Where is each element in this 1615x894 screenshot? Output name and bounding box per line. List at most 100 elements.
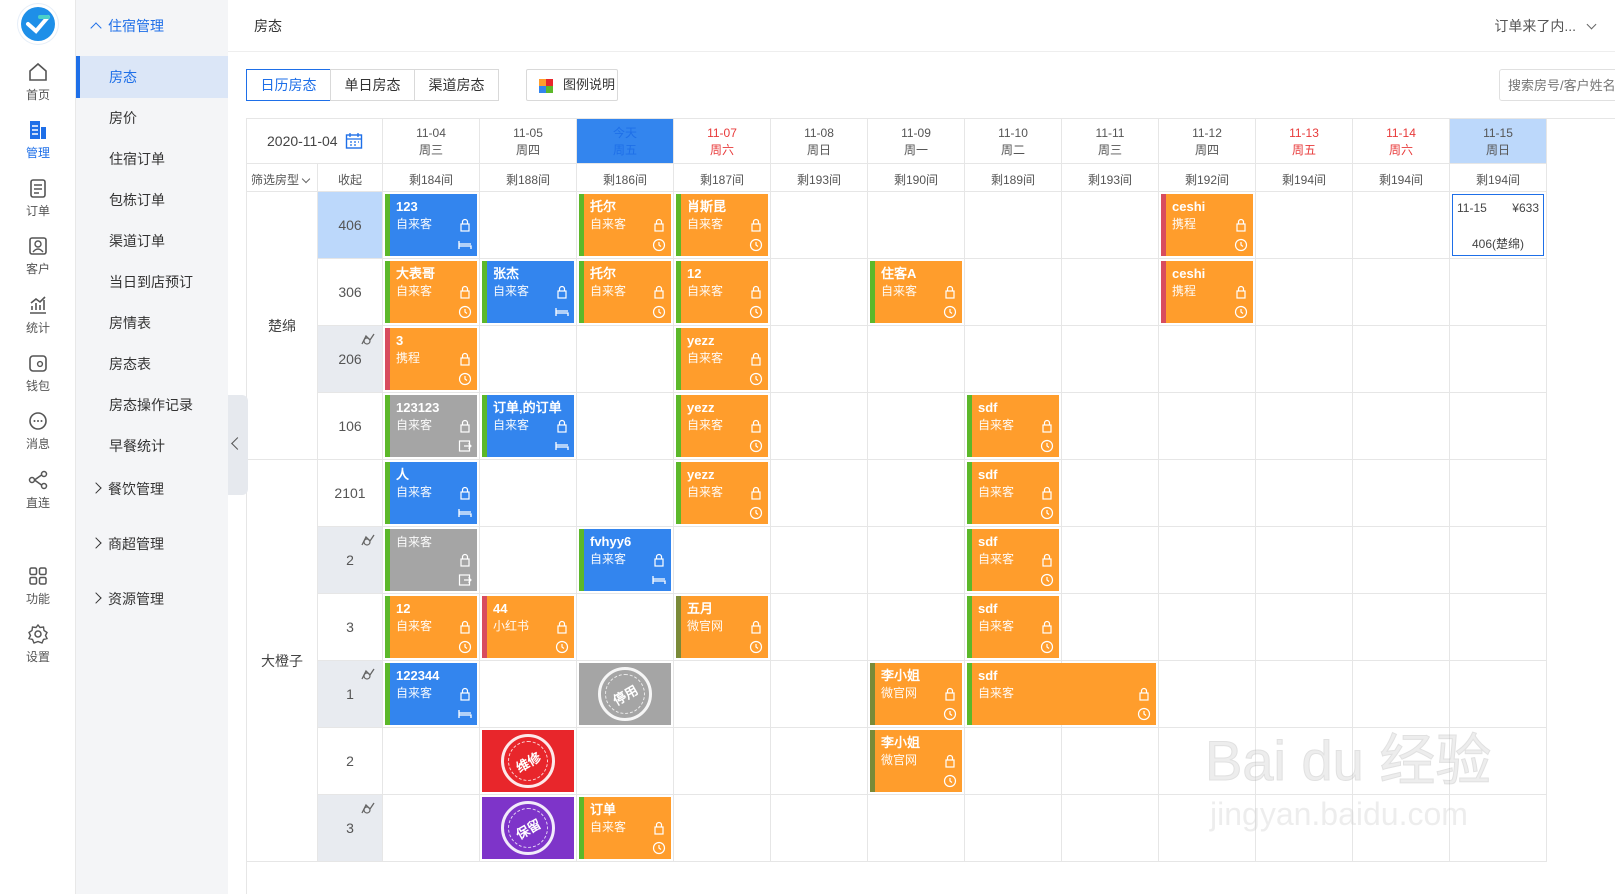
calendar-cell[interactable] xyxy=(868,594,965,661)
booking-block[interactable]: 123123 自来客 xyxy=(385,395,477,457)
calendar-cell[interactable] xyxy=(480,460,577,527)
calendar-cell[interactable] xyxy=(1256,259,1353,326)
booking-block[interactable]: 44 小红书 xyxy=(482,596,574,658)
tab-calendar-status[interactable]: 日历房态 xyxy=(246,69,331,101)
calendar-cell[interactable] xyxy=(868,393,965,460)
calendar-cell[interactable] xyxy=(1062,326,1159,393)
collapse-button[interactable]: 收起 xyxy=(318,164,383,192)
order-notice-dropdown[interactable]: 订单来了内... xyxy=(1494,16,1597,36)
room-number[interactable]: 2 xyxy=(318,527,383,594)
day-header[interactable]: 11-11 周三 xyxy=(1062,119,1159,164)
tab-channel-status[interactable]: 渠道房态 xyxy=(414,69,499,101)
rail-item-connect[interactable]: 直连 xyxy=(0,464,76,516)
calendar-cell[interactable] xyxy=(1062,795,1159,862)
calendar-cell[interactable] xyxy=(480,527,577,594)
booking-block[interactable]: 订单 自来客 xyxy=(579,797,671,859)
menu-item-9[interactable]: 早餐统计 xyxy=(76,425,228,467)
room-number[interactable]: 3 xyxy=(318,594,383,661)
calendar-cell[interactable] xyxy=(674,728,771,795)
calendar-cell[interactable] xyxy=(577,728,674,795)
room-number[interactable]: 1 xyxy=(318,661,383,728)
calendar-cell[interactable] xyxy=(1353,326,1450,393)
calendar-cell[interactable] xyxy=(1256,326,1353,393)
calendar-cell[interactable] xyxy=(1450,393,1547,460)
room-block-stamp[interactable]: 停用 xyxy=(579,663,671,725)
search-input[interactable] xyxy=(1499,69,1615,101)
booking-block[interactable]: ceshi 携程 xyxy=(1161,194,1253,256)
calendar-cell[interactable] xyxy=(577,326,674,393)
calendar-cell[interactable] xyxy=(1353,460,1450,527)
booking-block[interactable]: 12 自来客 xyxy=(385,596,477,658)
booking-block[interactable]: 住客A 自来客 xyxy=(870,261,962,323)
day-header[interactable]: 11-15 周日 xyxy=(1450,119,1547,164)
menu-item-2[interactable]: 住宿订单 xyxy=(76,138,228,180)
booking-block[interactable]: sdf 自来客 xyxy=(967,529,1059,591)
calendar-cell[interactable] xyxy=(1450,460,1547,527)
calendar-cell[interactable] xyxy=(383,728,480,795)
date-picker[interactable]: 2020-11-04 xyxy=(247,119,383,164)
booking-block[interactable]: 肖斯昆 自来客 xyxy=(676,194,768,256)
calendar-cell[interactable] xyxy=(674,527,771,594)
calendar-cell[interactable] xyxy=(1159,527,1256,594)
menu-item-5[interactable]: 当日到店预订 xyxy=(76,261,228,303)
collapse-menu-handle[interactable] xyxy=(228,395,248,495)
rail-item-stats[interactable]: 统计 xyxy=(0,289,76,341)
calendar-cell[interactable] xyxy=(480,661,577,728)
calendar-cell[interactable] xyxy=(1353,192,1450,259)
calendar-cell[interactable] xyxy=(1256,594,1353,661)
booking-block[interactable]: fvhyy6 自来客 xyxy=(579,529,671,591)
menu-item-0[interactable]: 房态 xyxy=(76,56,228,98)
calendar-cell[interactable] xyxy=(1062,460,1159,527)
menu-group-lodging[interactable]: 住宿管理 xyxy=(76,6,228,46)
calendar-cell[interactable] xyxy=(1353,594,1450,661)
booking-block[interactable]: 12 自来客 xyxy=(676,261,768,323)
room-number[interactable]: 106 xyxy=(318,393,383,460)
room-block-stamp[interactable]: 保留 xyxy=(482,797,574,859)
menu-item-8[interactable]: 房态操作记录 xyxy=(76,384,228,426)
booking-block[interactable]: sdf 自来客 xyxy=(967,462,1059,524)
menu-item-6[interactable]: 房情表 xyxy=(76,302,228,344)
menu-item-7[interactable]: 房态表 xyxy=(76,343,228,385)
calendar-cell[interactable] xyxy=(771,259,868,326)
calendar-cell[interactable] xyxy=(480,326,577,393)
calendar-cell[interactable] xyxy=(1450,259,1547,326)
booking-block[interactable]: sdf 自来客 xyxy=(967,596,1059,658)
menu-item-4[interactable]: 渠道订单 xyxy=(76,220,228,262)
booking-block[interactable]: 123 自来客 xyxy=(385,194,477,256)
day-header[interactable]: 11-05 周四 xyxy=(480,119,577,164)
day-header[interactable]: 11-07 周六 xyxy=(674,119,771,164)
calendar-cell[interactable] xyxy=(1062,192,1159,259)
menu-item-1[interactable]: 房价 xyxy=(76,97,228,139)
booking-block[interactable]: 订单,的订单 自来客 xyxy=(482,395,574,457)
menu-group-resource[interactable]: 资源管理 xyxy=(76,579,228,619)
calendar-cell[interactable] xyxy=(1450,594,1547,661)
calendar-cell[interactable] xyxy=(383,795,480,862)
room-number[interactable]: 2 xyxy=(318,728,383,795)
day-header[interactable]: 11-10 周二 xyxy=(965,119,1062,164)
booking-block[interactable]: 托尔 自来客 xyxy=(579,261,671,323)
calendar-cell[interactable] xyxy=(480,192,577,259)
calendar-cell[interactable] xyxy=(674,795,771,862)
calendar-cell[interactable] xyxy=(577,460,674,527)
booking-block[interactable]: ceshi 携程 xyxy=(1161,261,1253,323)
calendar-cell[interactable] xyxy=(965,326,1062,393)
calendar-cell[interactable] xyxy=(1062,594,1159,661)
booking-block[interactable]: yezz 自来客 xyxy=(676,395,768,457)
menu-group-shop[interactable]: 商超管理 xyxy=(76,524,228,564)
day-header[interactable]: 11-14 周六 xyxy=(1353,119,1450,164)
calendar-cell[interactable] xyxy=(965,795,1062,862)
day-header[interactable]: 11-09 周一 xyxy=(868,119,965,164)
calendar-cell[interactable] xyxy=(771,326,868,393)
calendar-cell[interactable] xyxy=(1062,393,1159,460)
calendar-cell[interactable] xyxy=(1353,393,1450,460)
calendar-cell[interactable] xyxy=(868,795,965,862)
calendar-cell[interactable] xyxy=(771,594,868,661)
calendar-cell[interactable] xyxy=(1450,527,1547,594)
calendar-cell[interactable] xyxy=(1159,594,1256,661)
booking-block[interactable]: 托尔 自来客 xyxy=(579,194,671,256)
room-number[interactable]: 406 xyxy=(318,192,383,259)
calendar-cell[interactable] xyxy=(1256,393,1353,460)
booking-block[interactable]: yezz 自来客 xyxy=(676,462,768,524)
rail-item-order[interactable]: 订单 xyxy=(0,172,76,224)
booking-block[interactable]: 李小姐 微官网 xyxy=(870,663,962,725)
